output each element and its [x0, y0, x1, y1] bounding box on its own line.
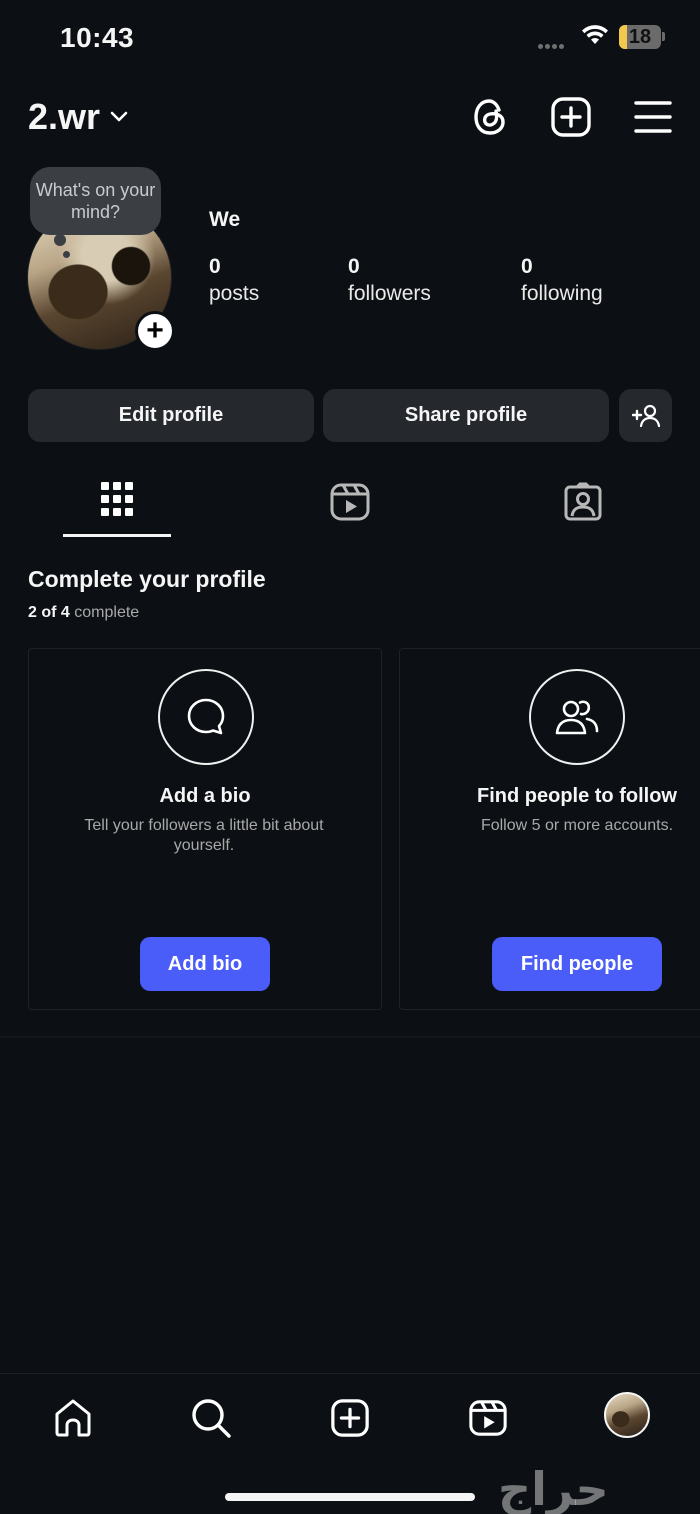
tagged-person-icon [564, 482, 602, 521]
display-name: We [209, 208, 241, 231]
edit-profile-button[interactable]: Edit profile [28, 389, 314, 442]
nav-search[interactable] [189, 1396, 233, 1440]
complete-profile-progress: 2 of 4 complete [28, 604, 139, 622]
note-bubble[interactable]: What's on your mind? [30, 167, 161, 235]
followers-label: followers [348, 282, 431, 305]
add-bio-button[interactable]: Add bio [140, 937, 270, 991]
followers-stat[interactable]: 0 followers [348, 253, 431, 307]
tab-reels[interactable] [329, 482, 371, 527]
create-icon [331, 1399, 369, 1437]
cellular-signal-icon [538, 36, 566, 54]
nav-create[interactable] [328, 1396, 372, 1440]
following-stat[interactable]: 0 following [521, 253, 603, 307]
people-icon [555, 700, 599, 735]
battery-indicator: 18 [619, 25, 661, 49]
progress-done: 2 [28, 604, 37, 621]
battery-cap [662, 32, 665, 41]
followers-count: 0 [348, 255, 360, 278]
menu-icon[interactable] [633, 98, 673, 141]
find-people-button[interactable]: Find people [492, 937, 662, 991]
add-bio-card: Add a bio Tell your followers a little b… [28, 648, 382, 1010]
following-label: following [521, 282, 603, 305]
progress-total: 4 [60, 604, 70, 621]
home-icon [55, 1399, 91, 1437]
card-description: Tell your followers a little bit about y… [84, 817, 324, 854]
reels-icon [330, 483, 370, 521]
following-count: 0 [521, 255, 533, 278]
nav-reels[interactable] [466, 1396, 510, 1440]
threads-icon[interactable] [470, 96, 510, 143]
people-icon-circle [529, 669, 625, 765]
discover-people-button[interactable] [619, 389, 672, 442]
reels-icon [469, 1400, 507, 1436]
bio-icon-circle [158, 669, 254, 765]
note-bubble-tail [54, 234, 66, 246]
create-post-icon[interactable] [550, 96, 592, 143]
watermark-logo: حراج [498, 1462, 611, 1514]
posts-label: posts [209, 282, 260, 305]
complete-profile-title: Complete your profile [28, 566, 266, 592]
home-indicator[interactable] [225, 1493, 475, 1501]
tab-posts-grid[interactable] [63, 470, 171, 536]
account-username[interactable]: 2.wr [28, 96, 100, 138]
card-title: Add a bio [159, 785, 251, 807]
progress-suffix: complete [74, 604, 140, 621]
add-person-icon [631, 404, 660, 427]
card-title: Find people to follow [477, 785, 677, 807]
note-bubble-tail-dot [63, 251, 70, 258]
grid-icon [101, 482, 133, 516]
progress-of: of [41, 604, 57, 621]
plus-icon: + [146, 314, 164, 347]
posts-stat[interactable]: 0 posts [209, 253, 259, 307]
add-story-button[interactable]: + [135, 311, 175, 351]
find-people-card: Find people to follow Follow 5 or more a… [399, 648, 700, 1010]
speech-bubble-icon [187, 698, 225, 735]
nav-home[interactable] [51, 1396, 95, 1440]
tab-tagged[interactable] [563, 482, 603, 527]
status-time: 10:43 [60, 22, 135, 53]
battery-percentage: 18 [628, 26, 652, 48]
wifi-icon [580, 24, 610, 51]
nav-profile-avatar[interactable] [604, 1392, 650, 1438]
search-icon [192, 1399, 231, 1438]
share-profile-button[interactable]: Share profile [323, 389, 609, 442]
posts-count: 0 [209, 255, 221, 278]
card-description: Follow 5 or more accounts. [480, 817, 674, 834]
section-divider [0, 1036, 700, 1038]
active-tab-indicator [63, 534, 171, 537]
chevron-down-icon[interactable] [110, 110, 128, 128]
